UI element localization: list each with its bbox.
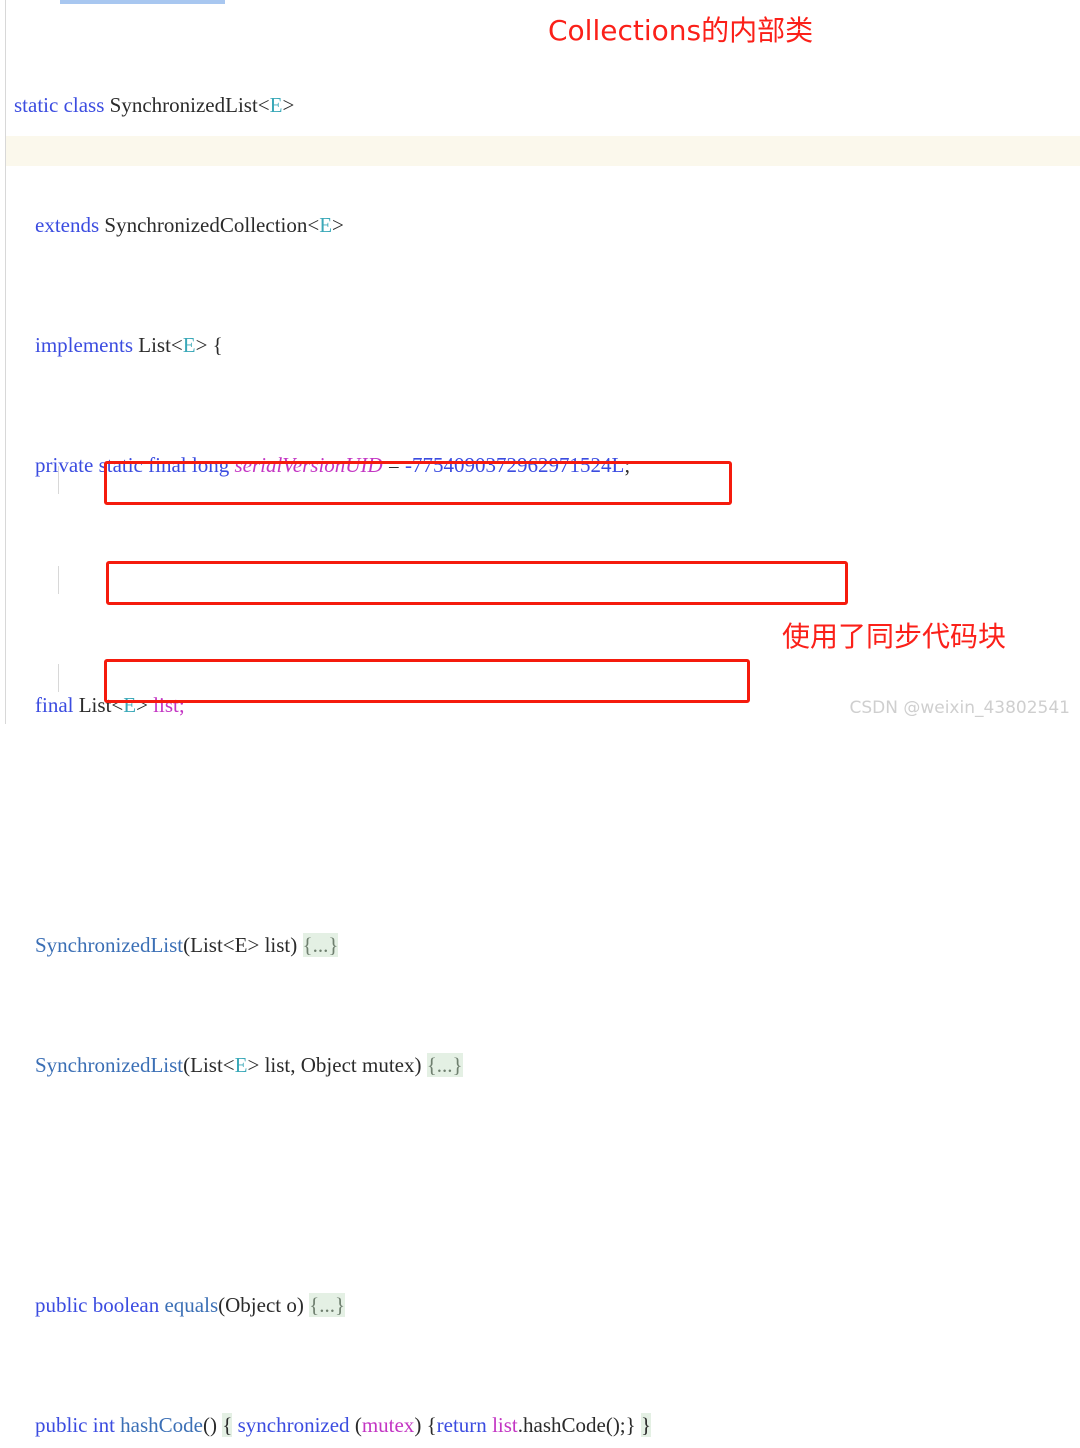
fold-marker[interactable]: {...} xyxy=(309,1293,346,1317)
keyword-extends: extends xyxy=(35,213,100,237)
code-line-9[interactable]: SynchronizedList(List<E> list, Object mu… xyxy=(0,1050,1080,1080)
code-line-12[interactable]: public int hashCode() { synchronized (mu… xyxy=(0,1410,1080,1440)
fold-marker[interactable]: {...} xyxy=(426,1053,463,1077)
code-text-block[interactable]: static class SynchronizedList<E> extends… xyxy=(0,0,1080,1448)
generic-param-e: E xyxy=(123,693,137,717)
code-line-8[interactable]: SynchronizedList(List<E> list) {...} xyxy=(0,930,1080,960)
annotation-synchronized-block: 使用了同步代码块 xyxy=(782,620,1007,653)
keyword-final: final xyxy=(35,693,74,717)
matched-brace-open: { xyxy=(222,1413,233,1437)
params-open: (List< xyxy=(183,1053,235,1077)
code-line-3[interactable]: implements List<E> { xyxy=(0,330,1080,360)
constructor-name: SynchronizedList xyxy=(35,933,184,957)
code-line-1[interactable]: static class SynchronizedList<E> xyxy=(0,90,1080,120)
csdn-watermark: CSDN @weixin_43802541 xyxy=(849,698,1070,718)
method-call-hashcode: .hashCode(); xyxy=(517,1413,626,1437)
field-serialversionuid: serialVersionUID xyxy=(234,453,383,477)
code-line-5-blank[interactable] xyxy=(0,570,1080,600)
body-brace-close: } xyxy=(625,1413,636,1437)
constructor-params: (List<E> list) xyxy=(183,933,303,957)
method-name-equals: equals xyxy=(164,1293,219,1317)
serialversionuid-value: -7754090372962971524L xyxy=(404,453,625,477)
code-line-7-blank[interactable] xyxy=(0,810,1080,840)
keyword-final: final xyxy=(148,453,187,477)
angle-open: < xyxy=(307,213,320,237)
matched-brace-close: } xyxy=(641,1413,652,1437)
angle-close: > xyxy=(332,213,344,237)
keyword-private: private xyxy=(35,453,94,477)
keyword-static: static xyxy=(14,93,59,117)
keyword-boolean: boolean xyxy=(92,1293,160,1317)
semicolon: ; xyxy=(624,453,631,477)
angle-open: < xyxy=(170,333,183,357)
field-list: list xyxy=(492,1413,518,1437)
field-list: list xyxy=(153,693,179,717)
method-parens: () xyxy=(203,1413,223,1437)
generic-param-e: E xyxy=(182,333,196,357)
paren-close: ) xyxy=(414,1413,427,1437)
code-line-4[interactable]: private static final long serialVersionU… xyxy=(0,450,1080,480)
keyword-synchronized: synchronized xyxy=(237,1413,350,1437)
code-line-2[interactable]: extends SynchronizedCollection<E> xyxy=(0,210,1080,240)
constructor-name: SynchronizedList xyxy=(35,1053,184,1077)
fold-marker[interactable]: {...} xyxy=(302,933,339,957)
assign-operator: = xyxy=(382,453,405,477)
generic-param-e: E xyxy=(234,1053,248,1077)
keyword-int: int xyxy=(92,1413,115,1437)
angle-open: < xyxy=(257,93,270,117)
keyword-static: static xyxy=(98,453,143,477)
angle-close-brace: > { xyxy=(195,333,223,357)
method-params: (Object o) xyxy=(218,1293,310,1317)
type-list: List xyxy=(78,693,112,717)
keyword-public: public xyxy=(35,1413,88,1437)
semicolon: ; xyxy=(178,693,185,717)
keyword-return: return xyxy=(436,1413,487,1437)
keyword-implements: implements xyxy=(35,333,133,357)
super-class-name: SynchronizedCollection xyxy=(104,213,308,237)
paren-open: ( xyxy=(349,1413,362,1437)
angle-open: < xyxy=(111,693,124,717)
interface-name-list: List xyxy=(138,333,171,357)
keyword-public: public xyxy=(35,1293,88,1317)
keyword-long: long xyxy=(191,453,230,477)
body-brace-open: { xyxy=(426,1413,437,1437)
params-rest: > list, Object mutex) xyxy=(247,1053,427,1077)
method-name-hashcode: hashCode xyxy=(120,1413,203,1437)
angle-close: > xyxy=(136,693,154,717)
angle-close: > xyxy=(282,93,295,117)
class-name-synchronizedlist: SynchronizedList xyxy=(109,93,258,117)
generic-param-e: E xyxy=(269,93,283,117)
code-line-11[interactable]: public boolean equals(Object o) {...} xyxy=(0,1290,1080,1320)
code-editor-canvas[interactable]: static class SynchronizedList<E> extends… xyxy=(0,0,1080,1437)
annotation-collections-inner-class: Collections的内部类 xyxy=(548,14,814,47)
field-mutex: mutex xyxy=(361,1413,415,1437)
generic-param-e: E xyxy=(319,213,333,237)
code-line-10-blank[interactable] xyxy=(0,1170,1080,1200)
keyword-class: class xyxy=(63,93,105,117)
